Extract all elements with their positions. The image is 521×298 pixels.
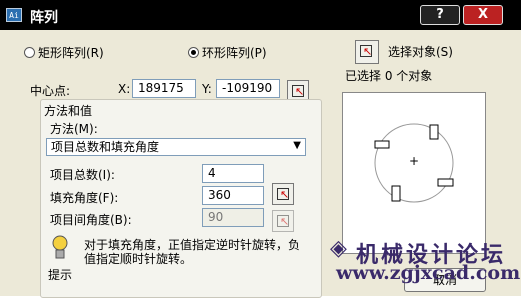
close-button[interactable]: X	[463, 5, 503, 25]
tip-label: 提示	[48, 268, 73, 282]
method-group-title: 方法和值	[44, 104, 93, 118]
center-y-field[interactable]: -109190	[216, 79, 280, 98]
fill-angle-label: 填充角度(F):	[50, 191, 119, 205]
polar-array-label[interactable]: 环形阵列(P)	[202, 44, 267, 61]
window-title: 阵列	[30, 10, 58, 26]
array-dialog: Ai 阵列 ? X 矩形阵列(R) 环形阵列(P) 选择对象(S) 已选择 0 …	[0, 0, 521, 298]
center-y-label: Y:	[202, 82, 212, 96]
fill-angle-field[interactable]: 360	[202, 186, 264, 205]
method-select[interactable]: 项目总数和填充角度 ▼	[46, 138, 306, 156]
app-icon: Ai	[6, 8, 22, 22]
lightbulb-icon	[52, 235, 68, 259]
watermark-url: www.zgjxcad.com	[336, 262, 521, 284]
preview-item	[437, 178, 454, 187]
preview-item	[429, 124, 439, 140]
pick-angle-between-button	[272, 210, 294, 232]
title-bar: Ai 阵列 ? X	[0, 0, 521, 30]
total-items-label: 项目总数(I):	[50, 168, 115, 182]
angle-between-label: 项目间角度(B):	[50, 213, 132, 227]
center-point-label: 中心点:	[30, 84, 71, 98]
center-mark: +	[409, 154, 420, 168]
preview-item	[391, 185, 401, 202]
total-items-field[interactable]: 4	[202, 164, 264, 183]
selection-status: 已选择 0 个对象	[345, 69, 433, 83]
select-objects-button[interactable]	[355, 40, 379, 64]
center-x-label: X:	[118, 82, 131, 96]
preview-pane: +	[342, 92, 486, 254]
rect-array-label[interactable]: 矩形阵列(R)	[38, 44, 104, 61]
preview-item	[374, 140, 390, 149]
pick-fill-angle-button[interactable]	[272, 183, 294, 205]
chevron-down-icon: ▼	[293, 140, 301, 151]
tip-text-line2: 值指定顺时针旋转。	[84, 252, 193, 266]
method-label: 方法(M):	[50, 122, 98, 136]
angle-between-field: 90	[202, 208, 264, 227]
polar-array-radio[interactable]	[188, 47, 199, 58]
help-button[interactable]: ?	[420, 5, 460, 25]
preview-graphic	[374, 123, 454, 203]
center-x-field[interactable]: 189175	[132, 79, 196, 98]
select-objects-label: 选择对象(S)	[388, 45, 453, 59]
rect-array-radio[interactable]	[24, 47, 35, 58]
method-select-value: 项目总数和填充角度	[51, 140, 160, 154]
watermark-logo: ◈	[330, 236, 347, 261]
